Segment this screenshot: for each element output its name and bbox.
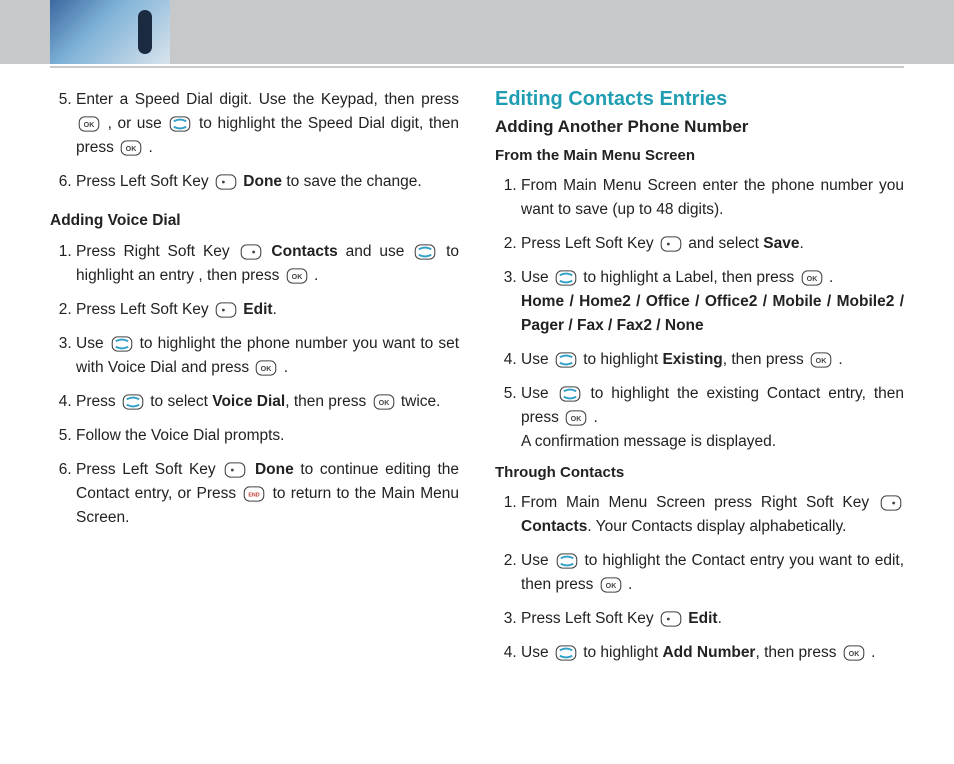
nav-key-icon (414, 244, 436, 260)
ok-key-icon (286, 268, 308, 284)
list-item: Use to highlight the phone number you wa… (76, 332, 459, 380)
steps-from-main-menu: From Main Menu Screen enter the phone nu… (495, 174, 904, 454)
ok-key-icon (255, 360, 277, 376)
nav-key-icon (555, 352, 577, 368)
nav-key-icon (111, 336, 133, 352)
heading-adding-another-number: Adding Another Phone Number (495, 117, 904, 137)
list-item: Press Left Soft Key Done to save the cha… (76, 170, 459, 194)
list-item: Press Left Soft Key and select Save. (521, 232, 904, 256)
content-columns: Enter a Speed Dial digit. Use the Keypad… (0, 68, 954, 705)
ok-key-icon (810, 352, 832, 368)
ok-key-icon (120, 140, 142, 156)
left-soft-key-icon (224, 462, 246, 478)
left-soft-key-icon (660, 611, 682, 627)
nav-key-icon (555, 270, 577, 286)
list-item: Enter a Speed Dial digit. Use the Keypad… (76, 88, 459, 160)
steps-voice-dial: Press Right Soft Key Contacts and use to… (50, 240, 459, 530)
steps-through-contacts: From Main Menu Screen press Right Soft K… (495, 491, 904, 665)
page-header-band (0, 0, 954, 64)
heading-from-main-menu: From the Main Menu Screen (495, 147, 904, 164)
heading-through-contacts: Through Contacts (495, 464, 904, 481)
list-item: From Main Menu Screen press Right Soft K… (521, 491, 904, 539)
manual-page: Enter a Speed Dial digit. Use the Keypad… (0, 0, 954, 764)
end-key-icon (243, 486, 265, 502)
list-item: Press Left Soft Key Edit. (521, 607, 904, 631)
left-soft-key-icon (215, 302, 237, 318)
list-item: Use to highlight Existing, then press . (521, 348, 904, 372)
list-item: Use to highlight Add Number, then press … (521, 641, 904, 665)
list-item: Press Left Soft Key Done to continue edi… (76, 458, 459, 530)
list-item: Use to highlight the existing Contact en… (521, 382, 904, 454)
list-item: Press Right Soft Key Contacts and use to… (76, 240, 459, 288)
right-column: Editing Contacts Entries Adding Another … (495, 88, 904, 675)
header-image (50, 0, 170, 64)
left-column: Enter a Speed Dial digit. Use the Keypad… (50, 88, 459, 675)
ok-key-icon (373, 394, 395, 410)
ok-key-icon (565, 410, 587, 426)
left-soft-key-icon (215, 174, 237, 190)
nav-key-icon (555, 645, 577, 661)
list-item: Follow the Voice Dial prompts. (76, 424, 459, 448)
ok-key-icon (600, 577, 622, 593)
nav-key-icon (556, 553, 578, 569)
list-item: Press Left Soft Key Edit. (76, 298, 459, 322)
list-item: Use to highlight a Label, then press . H… (521, 266, 904, 338)
list-item: Use to highlight the Contact entry you w… (521, 549, 904, 597)
ok-key-icon (843, 645, 865, 661)
nav-key-icon (559, 386, 581, 402)
list-item: Press to select Voice Dial, then press t… (76, 390, 459, 414)
right-soft-key-icon (880, 495, 902, 511)
heading-editing-contacts: Editing Contacts Entries (495, 88, 904, 111)
nav-key-icon (122, 394, 144, 410)
list-item: From Main Menu Screen enter the phone nu… (521, 174, 904, 222)
steps-speed-dial-continued: Enter a Speed Dial digit. Use the Keypad… (50, 88, 459, 194)
left-soft-key-icon (660, 236, 682, 252)
heading-adding-voice-dial: Adding Voice Dial (50, 212, 459, 230)
ok-key-icon (801, 270, 823, 286)
ok-key-icon (78, 116, 100, 132)
nav-key-icon (169, 116, 191, 132)
right-soft-key-icon (240, 244, 262, 260)
